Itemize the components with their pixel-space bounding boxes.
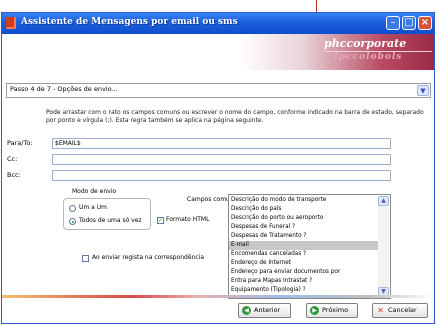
footer-stripe — [2, 295, 434, 298]
list-item[interactable]: Encomendas canceladas ? — [231, 250, 379, 259]
maximize-button[interactable]: □ — [402, 16, 416, 30]
brand-logo-sub: fpccolobols — [334, 52, 403, 62]
register-correspondence-checkbox[interactable] — [82, 255, 89, 262]
html-format-label: Formato HTML — [166, 216, 210, 223]
cc-label: Cc: — [7, 155, 18, 163]
list-item[interactable]: Despesas de Tratamento ? — [231, 232, 379, 241]
wizard-window: Assistente de Mensagens por email ou sms… — [1, 12, 435, 324]
radio-one-by-one[interactable] — [69, 205, 76, 212]
cancel-button-label: Cancelar — [388, 306, 417, 314]
window-title: Assistente de Mensagens por email ou sms — [21, 17, 238, 27]
radio-all-at-once[interactable] — [69, 218, 76, 225]
para-label: Para/To: — [7, 139, 33, 147]
send-mode-label: Modo de envio — [72, 188, 117, 195]
html-format-checkbox[interactable]: ✓ — [157, 217, 164, 224]
bcc-input[interactable] — [52, 170, 391, 181]
next-button-label: Próximo — [322, 306, 349, 314]
back-arrow-icon: ◀ — [242, 306, 251, 315]
brand-logo: phccorporate — [324, 37, 407, 50]
top-edge-line — [316, 0, 317, 12]
list-item[interactable]: Descrição do modo de transporte — [231, 196, 379, 205]
list-item[interactable]: Endereço de Internet — [231, 259, 379, 268]
minimize-button[interactable]: – — [386, 16, 400, 30]
close-button[interactable]: × — [418, 16, 432, 30]
para-input[interactable]: $EMAIL$ — [52, 138, 391, 149]
list-item[interactable]: Descrição do país — [231, 205, 379, 214]
scroll-up-icon[interactable]: ▲ — [378, 196, 389, 206]
common-fields-list[interactable]: Descrição do modo de transporte Descrição… — [228, 194, 391, 299]
list-item[interactable]: Endereço para enviar documentos por — [231, 268, 379, 277]
header-banner: phccorporate fpccolobols — [2, 34, 434, 70]
radio-one-by-one-label: Um a Um — [79, 204, 107, 211]
list-item[interactable]: Descrição do porto ou aeroporto — [231, 214, 379, 223]
back-button[interactable]: ◀ Anterior — [238, 303, 291, 318]
list-item[interactable]: Despesas de Funeral ? — [231, 223, 379, 232]
next-button[interactable]: ▶ Próximo — [306, 303, 358, 318]
list-item[interactable]: E-mail — [229, 241, 380, 250]
step-dropdown-value: Passo 4 de 7 - Opções de envio... — [10, 85, 118, 93]
cc-input[interactable] — [52, 154, 391, 165]
step-dropdown[interactable]: Passo 4 de 7 - Opções de envio... ▼ — [6, 83, 431, 98]
instructions-text: Pode arrastar com o rato os campos comun… — [46, 109, 424, 124]
cancel-button[interactable]: ✕ Cancelar — [372, 303, 428, 318]
list-scrollbar[interactable]: ▲ ▼ — [378, 196, 389, 297]
bcc-label: Bcc: — [7, 171, 21, 179]
send-mode-group: Um a Um Todos de uma só vez — [63, 198, 151, 230]
radio-all-at-once-label: Todos de uma só vez — [79, 217, 142, 224]
footer: ◀ Anterior ▶ Próximo ✕ Cancelar — [2, 290, 434, 323]
list-item[interactable]: Entra para Mapas Intrastat ? — [231, 277, 379, 286]
register-correspondence-label: Ao enviar regista na correspondência — [92, 254, 205, 261]
app-icon — [6, 17, 16, 29]
back-button-label: Anterior — [254, 306, 281, 314]
cancel-x-icon: ✕ — [377, 306, 384, 315]
next-arrow-icon: ▶ — [310, 306, 319, 315]
chevron-down-icon[interactable]: ▼ — [417, 85, 429, 96]
title-bar[interactable]: Assistente de Mensagens por email ou sms… — [2, 13, 434, 34]
